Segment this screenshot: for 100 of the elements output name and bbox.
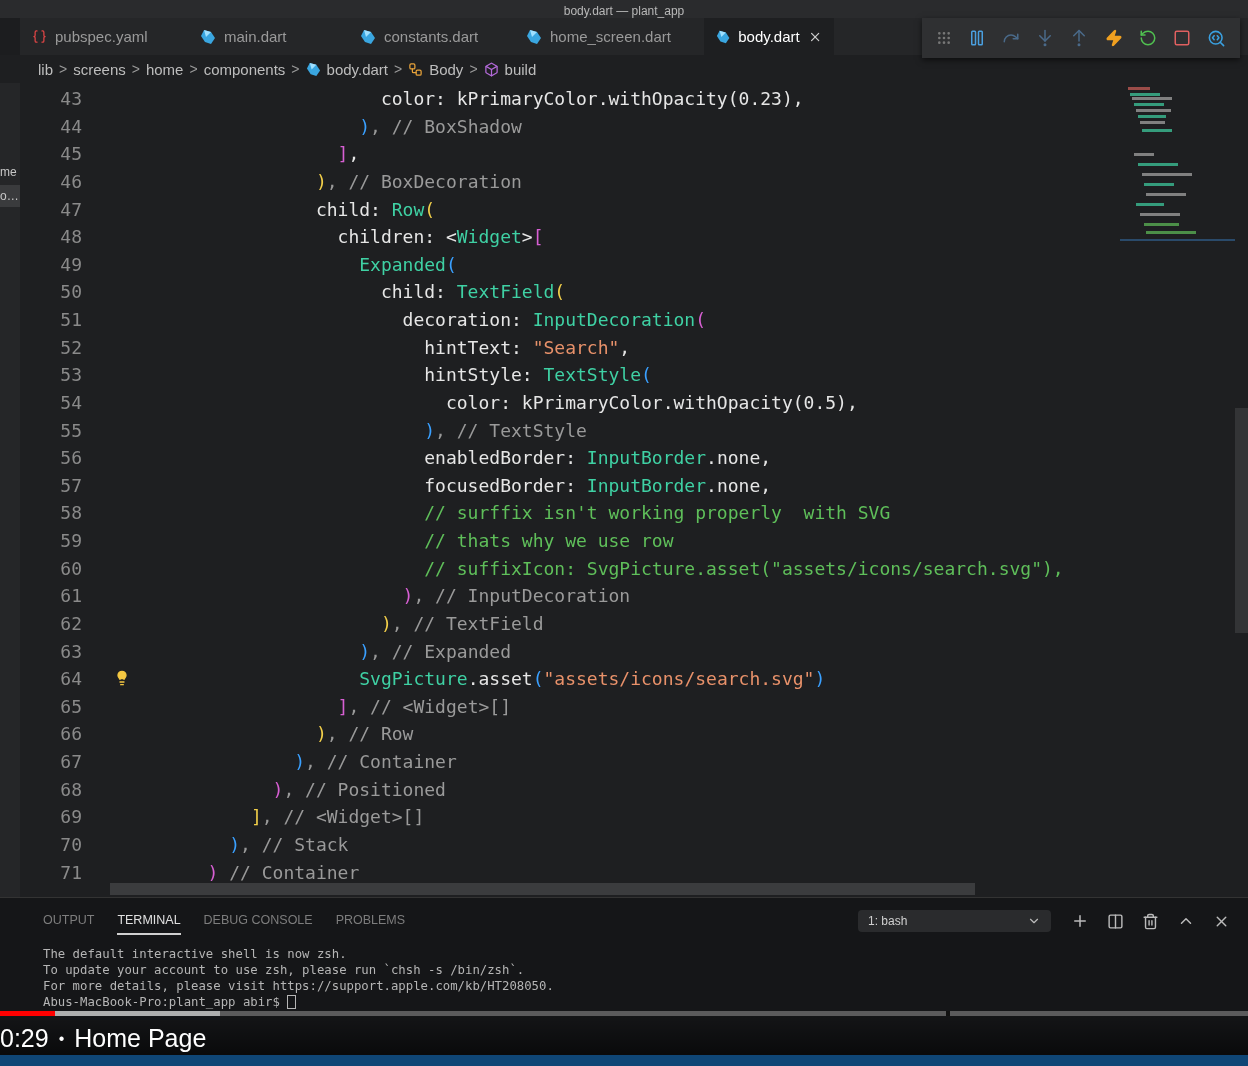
code-line: ), // Container [293, 750, 458, 774]
chevron-separator: > [469, 61, 478, 77]
code-line: // thats why we use row [423, 529, 675, 553]
chevron-separator: > [59, 61, 68, 77]
line-number: 64 [59, 667, 83, 692]
breadcrumb-item[interactable]: screens [73, 60, 126, 78]
code-line: child: TextField( [379, 280, 567, 305]
panel-tab[interactable]: PROBLEMS [335, 907, 406, 935]
code-line: ], // <Widget>[] [249, 805, 426, 830]
code-line: Expanded( [358, 252, 458, 277]
line-number: 55 [59, 418, 83, 443]
line-number: 49 [59, 252, 83, 277]
chevron-separator: > [291, 61, 300, 77]
line-number: 71 [59, 860, 83, 885]
class-symbol-icon [408, 61, 424, 77]
code-line: children: <Widget>[ [336, 225, 545, 250]
plus-icon[interactable] [1071, 912, 1089, 930]
line-number: 44 [59, 114, 83, 139]
code-line: ), // BoxShadow [358, 114, 523, 139]
line-number: 46 [59, 169, 83, 194]
split-icon[interactable] [1107, 912, 1124, 930]
line-number: 47 [59, 197, 83, 222]
dart-file-icon [360, 28, 376, 45]
line-number: 45 [59, 142, 83, 167]
code-line: ) // Container [206, 860, 361, 885]
chevron-separator: > [189, 61, 198, 77]
panel-tab[interactable]: TERMINAL [117, 907, 181, 935]
cube-icon [483, 61, 499, 77]
code-line: ), // Positioned [271, 777, 447, 802]
breadcrumb-item[interactable]: components [203, 60, 286, 78]
line-number: 61 [59, 584, 83, 609]
line-number: 48 [59, 225, 83, 250]
trash-icon[interactable] [1142, 912, 1159, 930]
terminal-line: The default interactive shell is now zsh. [43, 946, 347, 962]
line-number: 50 [59, 280, 83, 305]
window-title: body.dart — plant_app [563, 4, 685, 18]
chevron-separator: > [394, 61, 403, 77]
line-number: 68 [59, 777, 83, 802]
code-line: enabledBorder: InputBorder.none, [423, 446, 773, 471]
terminal-line: For more details, please visit https://support.apple.com/kb/HT208050. [43, 978, 554, 994]
dart-file-icon [200, 28, 216, 45]
code-line: ], [336, 142, 361, 167]
sidebar-item[interactable]: me [0, 161, 20, 183]
stop-icon[interactable] [1172, 29, 1191, 47]
code-line: ), // Expanded [358, 639, 512, 664]
code-line: focusedBorder: InputBorder.none, [423, 473, 773, 498]
video-time: 0:29 [0, 1024, 49, 1053]
braces-icon [32, 29, 47, 44]
code-line: hintText: "Search", [423, 335, 632, 360]
code-line: hintStyle: TextStyle( [423, 363, 653, 388]
code-line: SvgPicture.asset("assets/icons/search.svg") [110, 665, 1120, 693]
code-line: ], // <Widget>[] [336, 694, 512, 719]
code-line: ), // InputDecoration [401, 584, 632, 609]
line-number: 52 [59, 335, 83, 360]
video-progress-bar[interactable] [0, 1011, 1248, 1016]
line-number: 56 [59, 446, 83, 471]
line-number: 69 [59, 805, 83, 830]
dart-file-icon [526, 28, 542, 45]
code-line: ), // Stack [228, 832, 350, 857]
dart-file-icon [716, 28, 731, 45]
horizontal-scrollbar[interactable] [110, 883, 975, 895]
line-number: 66 [59, 722, 83, 747]
breadcrumb-item[interactable]: lib [38, 60, 53, 78]
breadcrumb-item[interactable]: build [483, 60, 537, 78]
chapter-title[interactable]: Home Page [74, 1024, 207, 1053]
breadcrumb-item[interactable]: Body [408, 60, 464, 78]
panel-tab[interactable]: DEBUG CONSOLE [203, 907, 313, 935]
line-number: 59 [59, 529, 83, 553]
code-line: color: kPrimaryColor.withOpacity(0.5), [444, 390, 859, 415]
code-line: // surffix isn't working properly with SVG [423, 501, 892, 526]
sidebar-item[interactable]: o… [0, 185, 20, 207]
breadcrumb-item[interactable]: home [145, 60, 184, 78]
terminal-dropdown[interactable]: 1: bash [858, 910, 1051, 932]
line-number: 51 [59, 308, 83, 332]
breadcrumb-item[interactable]: body.dart [305, 60, 388, 78]
search-icon[interactable] [1206, 28, 1226, 48]
line-number: 54 [59, 390, 83, 415]
chevron-separator: > [131, 61, 140, 77]
restart-icon[interactable] [1138, 29, 1157, 47]
line-number: 67 [59, 750, 83, 774]
line-number: 58 [59, 501, 83, 526]
code-line: decoration: InputDecoration( [401, 308, 708, 332]
code-line: color: kPrimaryColor.withOpacity(0.23), [379, 87, 805, 111]
line-number: 63 [59, 639, 83, 664]
code-line: ), // BoxDecoration [314, 169, 523, 194]
panel-tab[interactable]: OUTPUT [43, 907, 95, 935]
code-line: // suffixIcon: SvgPicture.asset("assets/icons/search.svg"), [423, 556, 1065, 581]
code-line: ), // Row [314, 722, 415, 747]
line-number: 57 [59, 473, 83, 498]
line-number: 65 [59, 694, 83, 719]
separator-dot: • [58, 1029, 65, 1048]
terminal-prompt: Abus-MacBook-Pro:plant_app abir$ [43, 994, 280, 1010]
line-number: 60 [59, 556, 83, 581]
grip-icon[interactable] [936, 30, 953, 46]
text-cursor [286, 995, 296, 1009]
code-line: ), // TextStyle [423, 418, 588, 443]
lightbulb-icon[interactable] [114, 670, 130, 687]
lightning-icon[interactable] [1104, 29, 1123, 47]
code-line: child: Row( [314, 197, 437, 222]
editor-tab[interactable]: body.dart [704, 18, 834, 55]
